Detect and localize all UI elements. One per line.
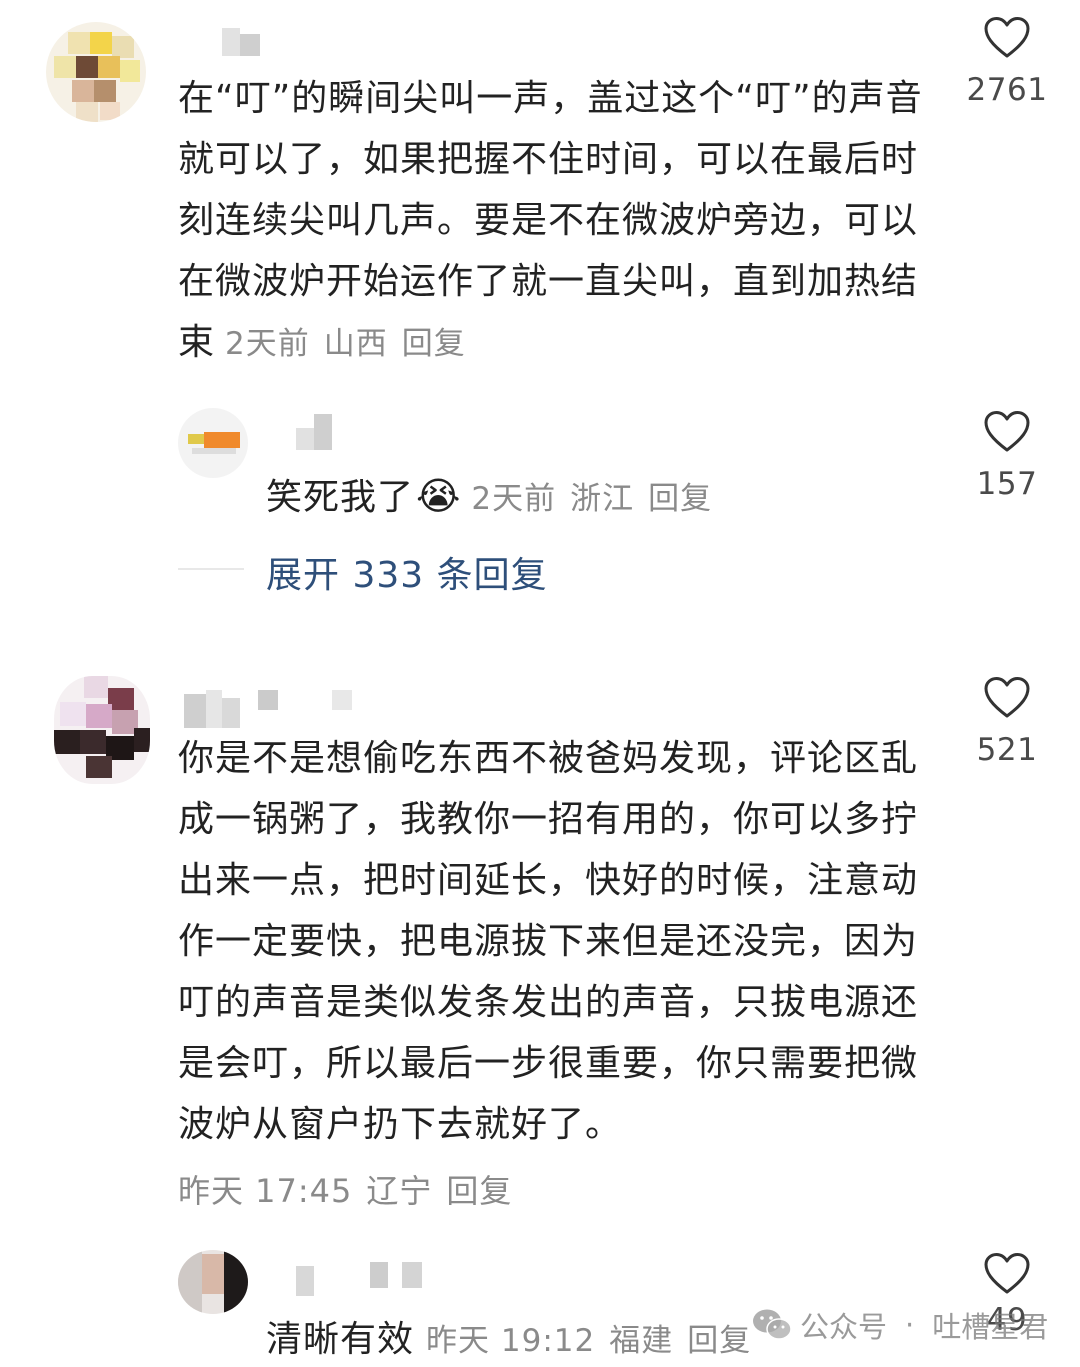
reply-button[interactable]: 回复 — [402, 326, 466, 362]
reply-location: 浙江 — [570, 481, 635, 517]
comment-meta: 昨天 17:45 辽宁 回复 — [178, 1166, 512, 1212]
like-button[interactable]: 2761 — [952, 16, 1062, 108]
comment-time: 昨天 17:45 — [178, 1172, 353, 1210]
reply-button[interactable]: 回复 — [648, 481, 712, 517]
avatar[interactable] — [46, 22, 146, 122]
heart-icon[interactable] — [983, 676, 1031, 720]
like-count: 157 — [976, 466, 1038, 502]
crying-emoji-icon: 😭 — [416, 474, 462, 518]
reply-button[interactable]: 回复 — [446, 1172, 512, 1210]
expand-replies-link[interactable]: 展开 333 条回复 — [266, 546, 548, 598]
comment-location: 辽宁 — [366, 1172, 433, 1210]
comment-text: 在“叮”的瞬间尖叫一声，盖过这个“叮”的声音就可以了，如果把握不住时间，可以在最… — [178, 78, 923, 363]
avatar[interactable] — [178, 1250, 248, 1314]
reply-time: 昨天 19:12 — [426, 1323, 596, 1359]
like-button[interactable]: 157 — [952, 410, 1062, 502]
like-button[interactable]: 521 — [952, 676, 1062, 768]
watermark: 公众号 · 吐槽星君 — [752, 1304, 1048, 1346]
avatar[interactable] — [178, 408, 248, 478]
like-count: 521 — [976, 732, 1038, 768]
reply-time: 2天前 — [471, 481, 557, 517]
comment-time: 2天前 — [225, 326, 310, 362]
comment-text: 你是不是想偷吃东西不被爸妈发现，评论区乱成一锅粥了，我教你一招有用的，你可以多拧… — [178, 738, 919, 1145]
wechat-icon — [753, 1309, 792, 1340]
heart-icon[interactable] — [983, 16, 1031, 60]
like-count: 2761 — [966, 72, 1048, 108]
heart-icon[interactable] — [983, 410, 1031, 454]
reply-text-line: 清晰有效 昨天 19:12 福建 回复 — [266, 1319, 752, 1360]
username-blurred[interactable] — [296, 414, 334, 450]
divider — [178, 568, 244, 570]
avatar[interactable] — [54, 676, 150, 784]
heart-icon[interactable] — [983, 1252, 1031, 1296]
reply-button[interactable]: 回复 — [687, 1323, 751, 1359]
reply-text-line: 笑死我了😭 2天前 浙江 回复 — [266, 474, 713, 518]
username-blurred[interactable] — [296, 1262, 426, 1296]
reply-location: 福建 — [609, 1323, 674, 1359]
username-blurred[interactable] — [184, 690, 354, 728]
comment-location: 山西 — [323, 326, 388, 362]
username-blurred[interactable] — [222, 28, 260, 56]
